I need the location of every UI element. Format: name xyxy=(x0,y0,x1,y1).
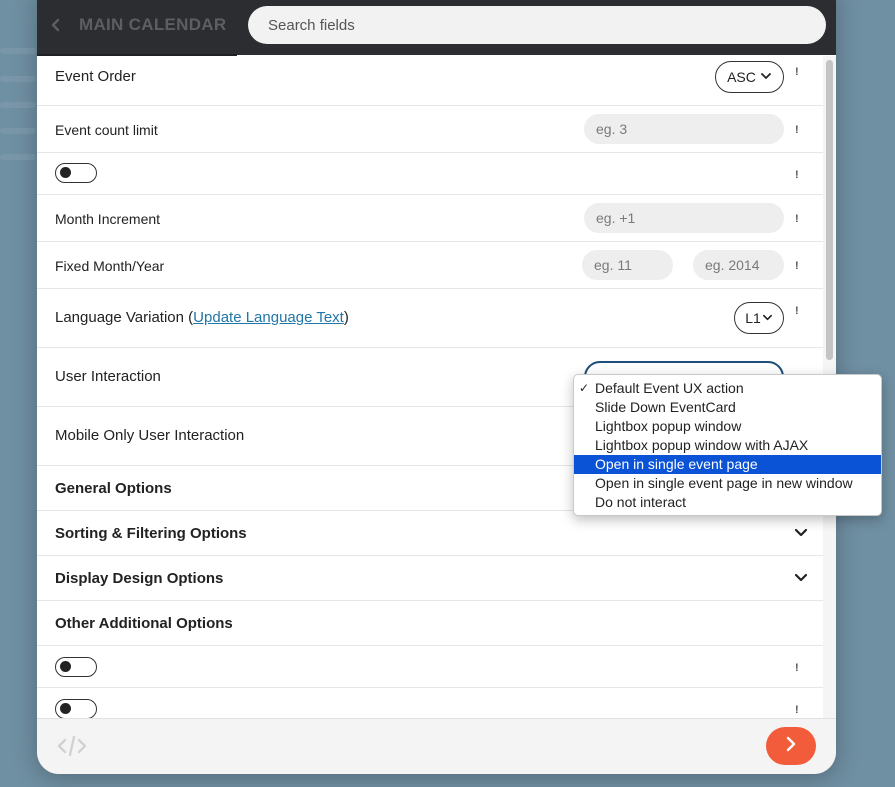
update-language-link[interactable]: Update Language Text xyxy=(193,309,344,326)
info-icon[interactable]: ! xyxy=(795,169,799,181)
info-icon[interactable]: ! xyxy=(795,260,799,272)
section-title: Other Additional Options xyxy=(55,615,233,632)
chevron-down-icon xyxy=(762,310,773,326)
chevron-left-icon xyxy=(45,14,67,36)
section-title: Sorting & Filtering Options xyxy=(55,525,247,542)
language-value: L1 xyxy=(745,310,761,326)
section-title: General Options xyxy=(55,480,172,497)
month-increment-input[interactable] xyxy=(584,203,784,233)
chevron-down-icon xyxy=(793,570,809,586)
modal-footer xyxy=(37,718,836,774)
language-label-prefix: Language Variation ( xyxy=(55,309,194,326)
section-display-design[interactable]: Display Design Options xyxy=(37,556,823,601)
info-icon[interactable]: ! xyxy=(795,213,799,225)
option-label: Lightbox popup window xyxy=(595,418,742,434)
option-label: Do not interact xyxy=(595,494,687,510)
event-order-value: ASC xyxy=(727,69,756,85)
language-label-suffix: ) xyxy=(343,309,349,326)
background-decoration xyxy=(0,102,36,108)
event-count-input[interactable] xyxy=(584,114,784,144)
option-label: Default Event UX action xyxy=(595,380,744,396)
toggle-knob xyxy=(60,703,71,714)
back-button[interactable]: MAIN CALENDAR xyxy=(45,10,245,40)
event-order-row: Event Order ASC ! xyxy=(37,56,823,106)
dropdown-option[interactable]: ✓ Default Event UX action xyxy=(574,379,881,398)
dropdown-option[interactable]: Lightbox popup window with AJAX xyxy=(574,436,881,455)
event-count-row: Event count limit ! xyxy=(37,106,823,153)
section-sorting-filtering[interactable]: Sorting & Filtering Options xyxy=(37,511,823,556)
language-select[interactable]: L1 xyxy=(734,302,784,334)
fixed-month-year-row: Fixed Month/Year ! xyxy=(37,242,823,289)
fixed-year-input[interactable] xyxy=(693,250,784,280)
fixed-month-year-label: Fixed Month/Year xyxy=(55,258,165,274)
month-increment-row: Month Increment ! xyxy=(37,195,823,242)
dropdown-option-highlighted[interactable]: Open in single event page xyxy=(574,455,881,474)
background-decoration xyxy=(0,128,36,134)
page-title: MAIN CALENDAR xyxy=(79,15,227,34)
section-other-additional[interactable]: Other Additional Options xyxy=(37,601,823,646)
toggle-row: ! xyxy=(37,688,823,718)
section-title: Display Design Options xyxy=(55,570,224,587)
info-icon[interactable]: ! xyxy=(795,66,799,78)
chevron-down-icon xyxy=(760,69,772,85)
scrollbar-thumb[interactable] xyxy=(826,60,833,360)
option-label: Lightbox popup window with AJAX xyxy=(595,437,809,453)
user-interaction-dropdown: ✓ Default Event UX action Slide Down Even… xyxy=(573,374,882,516)
code-icon[interactable] xyxy=(56,733,88,759)
chevron-right-icon xyxy=(783,736,799,757)
toggle-switch[interactable] xyxy=(55,163,97,183)
toggle-knob xyxy=(60,167,71,178)
language-variation-label: Language Variation (Update Language Text… xyxy=(55,309,349,326)
dropdown-option[interactable]: Open in single event page in new window xyxy=(574,474,881,493)
event-order-label: Event Order xyxy=(55,68,136,85)
background-decoration xyxy=(0,48,36,54)
search-input[interactable] xyxy=(248,6,826,44)
checkmark-icon: ✓ xyxy=(579,381,590,395)
modal-header: MAIN CALENDAR xyxy=(37,0,836,56)
fixed-month-input[interactable] xyxy=(582,250,673,280)
info-icon[interactable]: ! xyxy=(795,305,799,317)
dropdown-option[interactable]: Slide Down EventCard xyxy=(574,398,881,417)
background-decoration xyxy=(0,76,36,82)
info-icon[interactable]: ! xyxy=(795,124,799,136)
event-count-label: Event count limit xyxy=(55,122,158,138)
toggle-row: ! xyxy=(37,153,823,195)
option-label: Open in single event page xyxy=(595,456,758,472)
info-icon[interactable]: ! xyxy=(795,662,799,674)
dropdown-option[interactable]: Lightbox popup window xyxy=(574,417,881,436)
user-interaction-label: User Interaction xyxy=(55,368,161,385)
dropdown-option[interactable]: Do not interact xyxy=(574,493,881,512)
info-icon[interactable]: ! xyxy=(795,704,799,716)
mobile-interaction-label: Mobile Only User Interaction xyxy=(55,427,245,444)
toggle-knob xyxy=(60,661,71,672)
background-decoration xyxy=(0,154,36,160)
option-label: Open in single event page in new window xyxy=(595,475,853,491)
month-increment-label: Month Increment xyxy=(55,211,161,227)
event-order-select[interactable]: ASC xyxy=(715,61,784,93)
toggle-switch[interactable] xyxy=(55,657,97,677)
chevron-down-icon xyxy=(793,525,809,541)
language-variation-row: Language Variation (Update Language Text… xyxy=(37,289,823,348)
option-label: Slide Down EventCard xyxy=(595,399,736,415)
toggle-row: ! xyxy=(37,646,823,688)
toggle-switch[interactable] xyxy=(55,699,97,718)
next-button[interactable] xyxy=(766,727,816,765)
